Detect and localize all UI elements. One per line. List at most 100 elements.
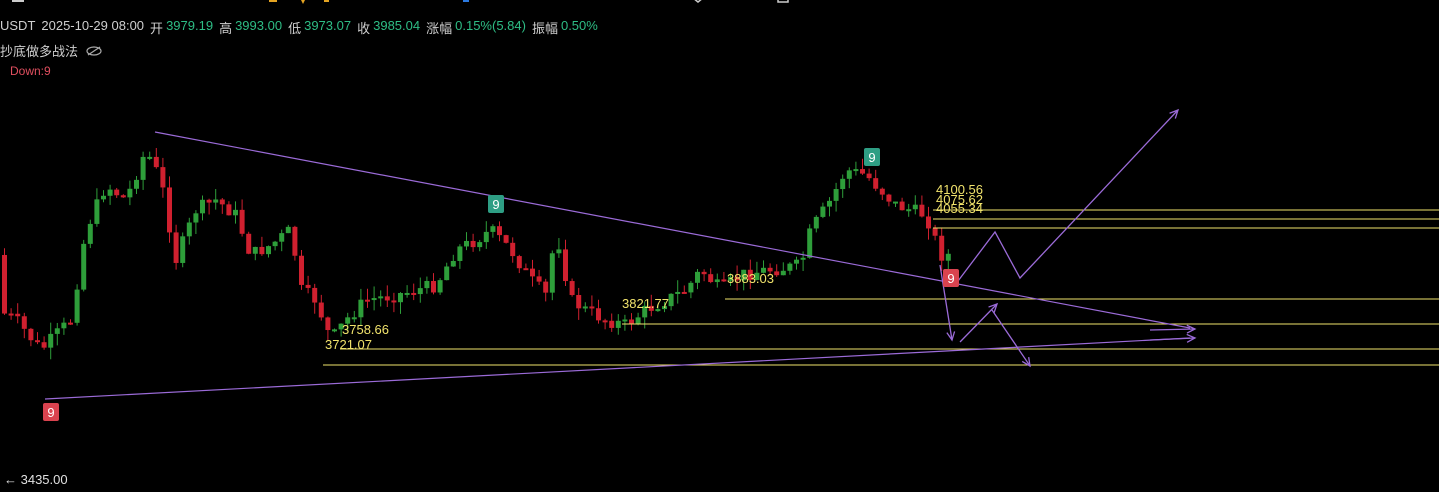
candle	[28, 328, 34, 341]
candle	[873, 178, 879, 189]
candle	[101, 195, 106, 200]
candle	[820, 206, 826, 217]
candle	[675, 291, 681, 294]
candle	[153, 156, 159, 168]
candle	[886, 194, 892, 202]
candle	[688, 282, 694, 293]
td-marker-red-text: 9	[47, 405, 54, 420]
candle	[68, 322, 73, 325]
candle	[483, 231, 489, 243]
candle	[840, 178, 846, 190]
candle	[193, 213, 199, 223]
candle	[714, 279, 720, 283]
candle	[906, 209, 912, 212]
candle	[365, 299, 370, 302]
candle	[516, 256, 522, 269]
price-level-label: 3883.03	[727, 271, 774, 286]
candle	[266, 246, 271, 255]
candle	[464, 240, 469, 247]
candle	[233, 209, 238, 216]
ascending-trendline	[44, 337, 1191, 400]
candle	[272, 241, 278, 247]
chart-window: USDT 2025-10-29 08:00 开 3979.19 高 3993.0…	[0, 0, 1439, 492]
candle	[226, 204, 232, 216]
candle	[160, 167, 166, 188]
candle	[622, 319, 628, 322]
candle	[780, 270, 786, 276]
candle	[510, 242, 516, 257]
candle	[21, 316, 27, 329]
candle	[246, 233, 252, 254]
candle	[919, 204, 925, 217]
candle	[384, 296, 390, 301]
candle	[912, 204, 918, 210]
candle	[576, 295, 582, 309]
candle	[866, 173, 872, 179]
candle	[378, 296, 384, 299]
candle	[424, 280, 430, 289]
candle	[450, 260, 456, 267]
candle	[497, 226, 502, 236]
candle	[530, 268, 535, 277]
candle	[391, 300, 397, 303]
candle	[813, 216, 819, 229]
candle	[543, 281, 549, 293]
candle	[444, 266, 450, 281]
candle	[556, 249, 562, 254]
candle	[186, 222, 192, 237]
candle	[794, 259, 799, 264]
candle	[635, 317, 641, 325]
candle	[490, 226, 496, 232]
candle	[41, 342, 47, 348]
candle	[371, 298, 377, 301]
candle	[932, 228, 938, 236]
candle	[61, 322, 67, 329]
td-marker-green-text: 9	[492, 197, 499, 212]
td-marker-red-text: 9	[947, 271, 954, 286]
candle	[411, 292, 417, 295]
candle	[81, 243, 87, 290]
candle	[15, 313, 21, 317]
candlestick-chart[interactable]: 4100.564075.624055.343883.033821.773758.…	[0, 0, 1439, 492]
candle	[134, 179, 139, 189]
candle	[2, 255, 7, 314]
bounce-arrow-a	[959, 303, 998, 343]
candle	[239, 209, 245, 234]
candle	[477, 242, 483, 248]
candle	[35, 340, 40, 343]
price-level-label: 3758.66	[342, 322, 389, 337]
candle	[54, 328, 60, 334]
candle	[437, 280, 443, 293]
candle	[827, 200, 832, 207]
candle	[431, 280, 436, 293]
candle	[774, 271, 780, 276]
price-level-label: 3721.07	[325, 337, 372, 352]
candle	[332, 329, 337, 332]
candle	[417, 288, 423, 295]
candle	[708, 274, 714, 283]
candle	[807, 228, 813, 258]
candle	[470, 240, 476, 248]
candle	[285, 226, 291, 234]
candle	[213, 199, 219, 203]
candle	[219, 199, 225, 205]
candle	[94, 199, 100, 224]
candle	[945, 253, 951, 261]
candle	[833, 189, 839, 201]
candle	[899, 201, 905, 211]
candle	[8, 313, 14, 316]
candle	[358, 299, 364, 318]
candle	[893, 201, 898, 204]
candle	[318, 302, 324, 318]
candle	[200, 199, 205, 214]
candle	[127, 188, 133, 198]
candle	[180, 236, 186, 263]
bounce-arrow-b	[991, 309, 1031, 367]
candle	[351, 317, 357, 320]
candle	[536, 276, 542, 282]
candle	[279, 233, 285, 242]
candle	[114, 189, 120, 196]
candle	[503, 235, 509, 243]
candle	[325, 317, 331, 331]
candle	[939, 235, 945, 261]
